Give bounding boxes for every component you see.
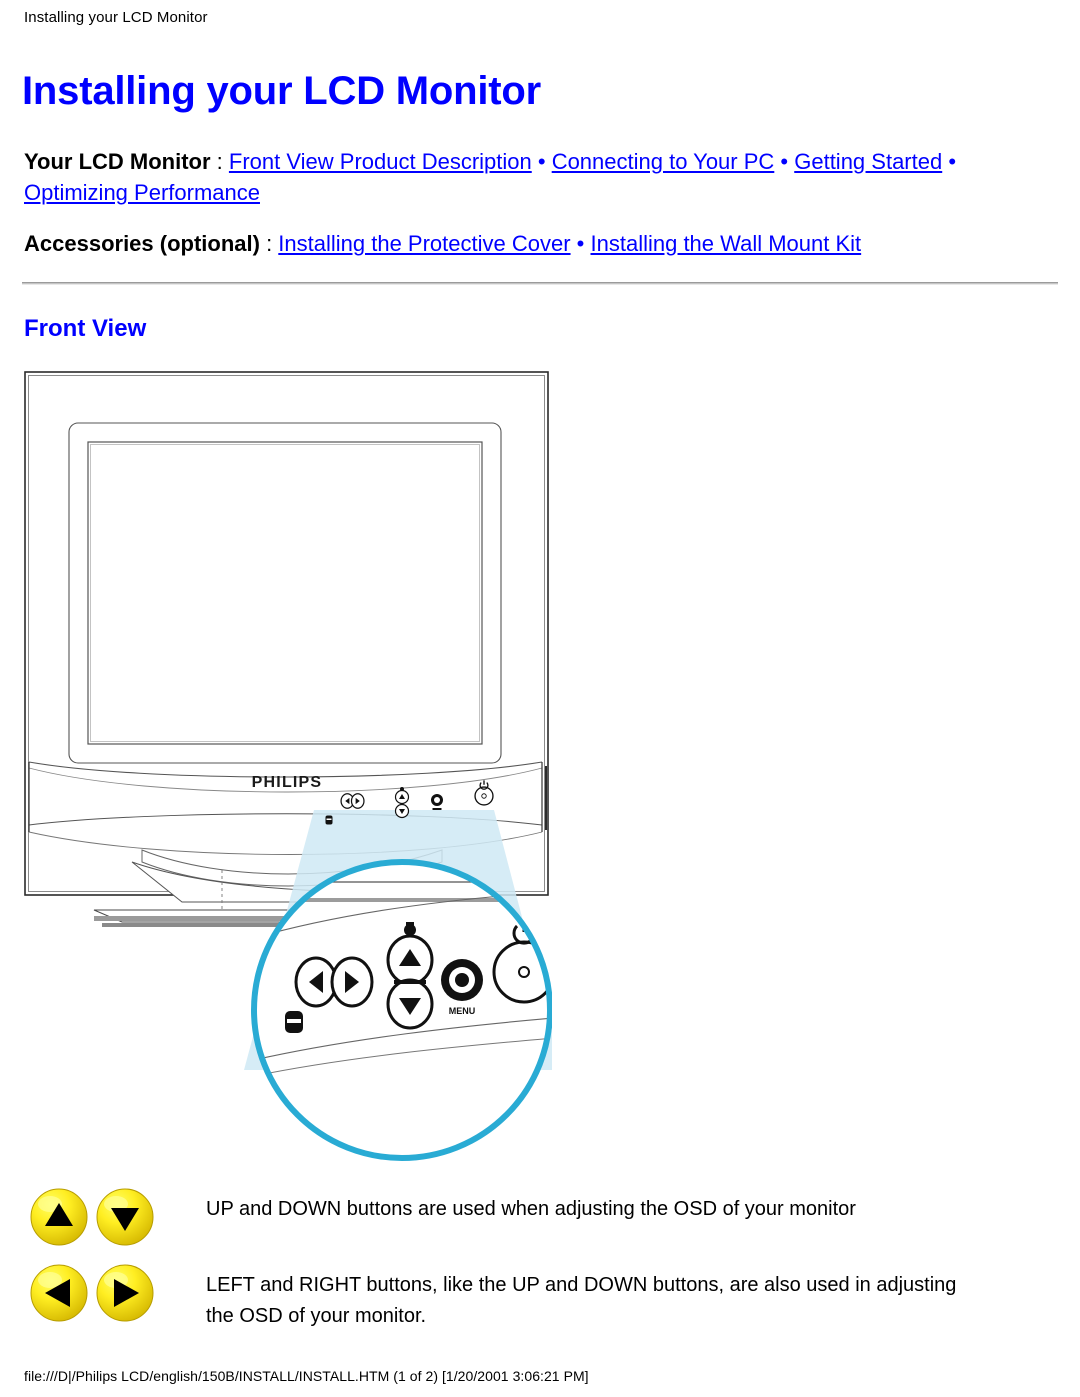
nav-separator: • [570,231,591,256]
horizontal-divider [22,282,1058,285]
nav-label-accessories: Accessories (optional) [24,231,260,256]
down-arrow-button-icon [96,1188,154,1246]
link-getting-started[interactable]: Getting Started [794,149,942,174]
link-optimizing-performance[interactable]: Optimizing Performance [24,180,260,205]
nav-colon-2: : [259,231,279,256]
legend-text-up-down: UP and DOWN buttons are used when adjust… [206,1198,856,1220]
nav-separator: • [531,149,552,174]
nav-line-accessories: Accessories (optional) : Installing the … [24,228,1024,259]
legend-icons-up-down [28,1186,160,1248]
legend-text-left-right: LEFT and RIGHT buttons, like the UP and … [206,1274,957,1327]
running-header: Installing your LCD Monitor [24,9,208,26]
philips-wordmark: PHILIPS [252,774,323,791]
link-installing-the-wall-mount-kit[interactable]: Installing the Wall Mount Kit [591,231,862,256]
legend-icons-left-right [28,1262,160,1324]
menu-label: MENU [449,1006,476,1016]
footer-file-path: file:///D|/Philips LCD/english/150B/INST… [24,1368,589,1384]
left-arrow-button-icon [30,1264,88,1322]
up-arrow-button-icon [30,1188,88,1246]
link-installing-the-protective-cover[interactable]: Installing the Protective Cover [278,231,570,256]
section-heading-front-view: Front View [24,315,147,342]
right-arrow-button-icon [96,1264,154,1322]
monitor-front-view-illustration: 150 B PHILIPS [22,370,552,1170]
nav-separator: • [774,149,795,174]
link-connecting-to-your-pc[interactable]: Connecting to Your PC [552,149,775,174]
link-front-view-product-description[interactable]: Front View Product Description [229,149,532,174]
magnified-lock-icon [285,1011,303,1033]
nav-line-your-lcd-monitor: Your LCD Monitor : Front View Product De… [24,146,1024,208]
nav-separator: • [942,149,957,174]
nav-colon-1: : [210,149,229,174]
page-title: Installing your LCD Monitor [22,69,542,113]
nav-label-your-lcd-monitor: Your LCD Monitor [24,149,211,174]
